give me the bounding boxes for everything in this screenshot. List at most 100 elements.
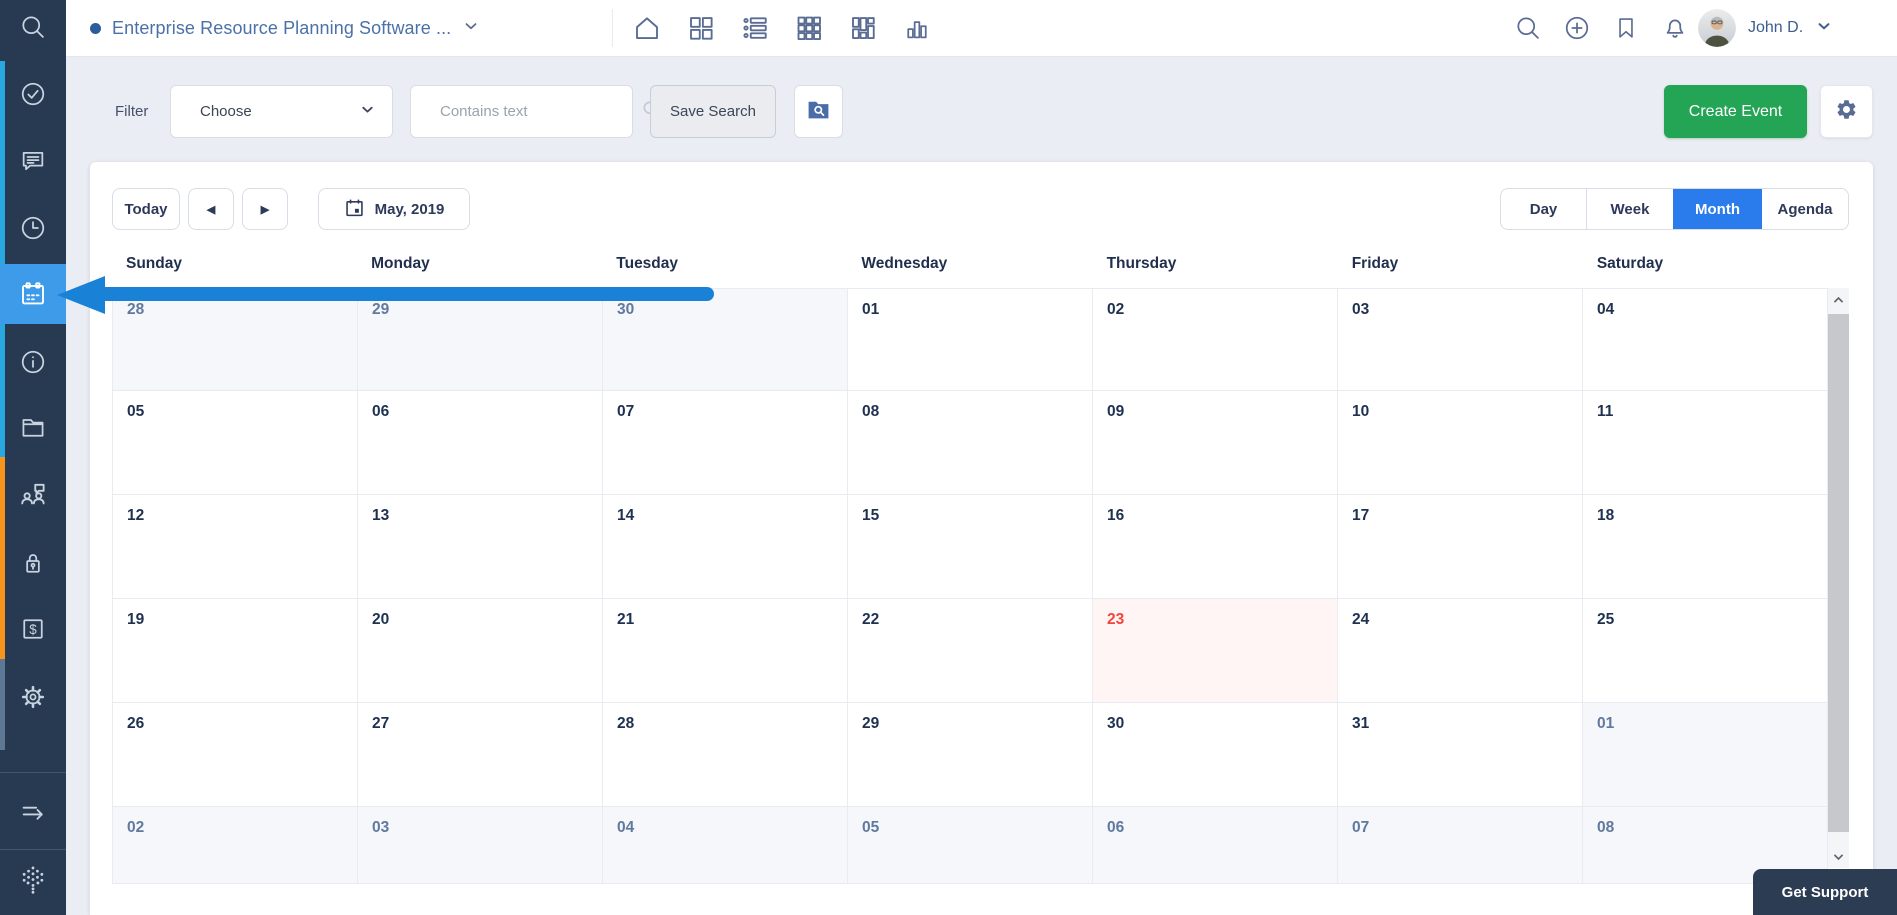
sidebar-item-history[interactable]	[0, 200, 66, 256]
scroll-down-button[interactable]	[1828, 844, 1849, 868]
day-cell-11[interactable]: 11	[1583, 391, 1828, 495]
day-cell-29[interactable]: 29	[848, 703, 1093, 807]
view-tab-month[interactable]: Month	[1673, 189, 1761, 229]
vertical-scrollbar[interactable]	[1828, 288, 1849, 868]
finance-icon: $	[19, 615, 47, 643]
day-cell-16[interactable]: 16	[1093, 495, 1338, 599]
day-cell-06[interactable]: 06	[358, 391, 603, 495]
day-cell-27[interactable]: 27	[358, 703, 603, 807]
day-number: 05	[127, 403, 144, 420]
day-cell-04[interactable]: 04	[603, 807, 848, 884]
day-cell-22[interactable]: 22	[848, 599, 1093, 703]
day-cell-28[interactable]: 28	[603, 703, 848, 807]
day-cell-13[interactable]: 13	[358, 495, 603, 599]
sidebar-item-documents[interactable]	[0, 399, 66, 455]
home-icon[interactable]	[631, 12, 663, 44]
day-cell-09[interactable]: 09	[1093, 391, 1338, 495]
day-cell-17[interactable]: 17	[1338, 495, 1583, 599]
notifications-icon[interactable]	[1659, 12, 1691, 44]
prev-month-button[interactable]: ◀	[188, 188, 234, 230]
day-number: 08	[1597, 819, 1614, 836]
day-cell-01[interactable]: 01	[1583, 703, 1828, 807]
day-number: 18	[1597, 507, 1614, 524]
sidebar-item-tasks[interactable]	[0, 66, 66, 122]
chevron-down-icon	[462, 17, 480, 40]
kanban-view-icon[interactable]	[847, 12, 879, 44]
sidebar-item-search[interactable]	[0, 0, 66, 55]
day-cell-18[interactable]: 18	[1583, 495, 1828, 599]
day-cell-03[interactable]: 03	[358, 807, 603, 884]
messages-icon	[19, 147, 47, 175]
sidebar-expand-button[interactable]	[0, 783, 66, 839]
day-cell-28[interactable]: 28	[113, 289, 358, 391]
bookmark-icon[interactable]	[1610, 12, 1642, 44]
sidebar-item-messages[interactable]	[0, 133, 66, 189]
day-cell-07[interactable]: 07	[603, 391, 848, 495]
contains-text-input[interactable]	[421, 102, 641, 121]
day-cell-08[interactable]: 08	[848, 391, 1093, 495]
app-switcher[interactable]: Enterprise Resource Planning Software ..…	[90, 0, 480, 56]
day-cell-12[interactable]: 12	[113, 495, 358, 599]
dashboard-icon[interactable]	[685, 12, 717, 44]
day-cell-01[interactable]: 01	[848, 289, 1093, 391]
day-cell-10[interactable]: 10	[1338, 391, 1583, 495]
sidebar-item-security[interactable]	[0, 535, 66, 591]
day-cell-06[interactable]: 06	[1093, 807, 1338, 884]
day-cell-29[interactable]: 29	[358, 289, 603, 391]
day-cell-02[interactable]: 02	[113, 807, 358, 884]
day-cell-19[interactable]: 19	[113, 599, 358, 703]
day-cell-25[interactable]: 25	[1583, 599, 1828, 703]
filter-type-select[interactable]: Choose	[170, 85, 393, 138]
chevron-down-icon	[1815, 17, 1833, 40]
day-cell-20[interactable]: 20	[358, 599, 603, 703]
saved-searches-button[interactable]	[794, 85, 843, 138]
add-icon[interactable]	[1561, 12, 1593, 44]
view-tab-agenda[interactable]: Agenda	[1761, 189, 1848, 229]
period-picker-button[interactable]: May, 2019	[318, 188, 470, 230]
next-month-button[interactable]: ▶	[242, 188, 288, 230]
day-cell-24[interactable]: 24	[1338, 599, 1583, 703]
user-menu[interactable]: John D.	[1698, 0, 1833, 56]
sidebar-item-collaboration[interactable]	[0, 467, 66, 523]
day-cell-30[interactable]: 30	[603, 289, 848, 391]
today-button[interactable]: Today	[112, 188, 180, 230]
day-number: 30	[617, 301, 634, 318]
day-number: 06	[372, 403, 389, 420]
day-cell-04[interactable]: 04	[1583, 289, 1828, 391]
calendar-settings-button[interactable]	[1820, 85, 1873, 138]
day-cell-23-today[interactable]: 23	[1093, 599, 1338, 703]
day-cell-02[interactable]: 02	[1093, 289, 1338, 391]
chart-view-icon[interactable]	[901, 12, 933, 44]
calendar-week-row: 26272829303101	[113, 703, 1828, 807]
sidebar-item-calendar[interactable]	[0, 264, 66, 324]
calendar-week-row: 2829 30 01 020304	[113, 289, 1828, 391]
grid-view-icon[interactable]	[793, 12, 825, 44]
day-number: 01	[862, 301, 879, 318]
sidebar-item-info[interactable]	[0, 334, 66, 390]
day-number: 21	[617, 611, 634, 628]
day-number: 03	[372, 819, 389, 836]
scroll-up-button[interactable]	[1828, 288, 1849, 312]
save-search-button[interactable]: Save Search	[650, 85, 776, 138]
list-view-icon[interactable]	[739, 12, 771, 44]
view-tab-day[interactable]: Day	[1501, 189, 1586, 229]
day-cell-30[interactable]: 30	[1093, 703, 1338, 807]
get-support-button[interactable]: Get Support	[1753, 869, 1897, 915]
day-cell-14[interactable]: 14	[603, 495, 848, 599]
day-cell-05[interactable]: 05	[113, 391, 358, 495]
day-number: 07	[617, 403, 634, 420]
day-cell-21[interactable]: 21	[603, 599, 848, 703]
day-cell-05[interactable]: 05	[848, 807, 1093, 884]
day-cell-26[interactable]: 26	[113, 703, 358, 807]
day-cell-31[interactable]: 31	[1338, 703, 1583, 807]
search-icon[interactable]	[1512, 12, 1544, 44]
day-cell-07[interactable]: 07	[1338, 807, 1583, 884]
create-event-button[interactable]: Create Event	[1664, 85, 1807, 138]
sidebar-item-finance[interactable]: $	[0, 601, 66, 657]
view-tab-week[interactable]: Week	[1586, 189, 1673, 229]
day-cell-15[interactable]: 15	[848, 495, 1093, 599]
period-label: May, 2019	[375, 201, 445, 218]
scrollbar-thumb[interactable]	[1828, 314, 1849, 832]
sidebar-item-settings[interactable]	[0, 669, 66, 725]
day-cell-03[interactable]: 03	[1338, 289, 1583, 391]
